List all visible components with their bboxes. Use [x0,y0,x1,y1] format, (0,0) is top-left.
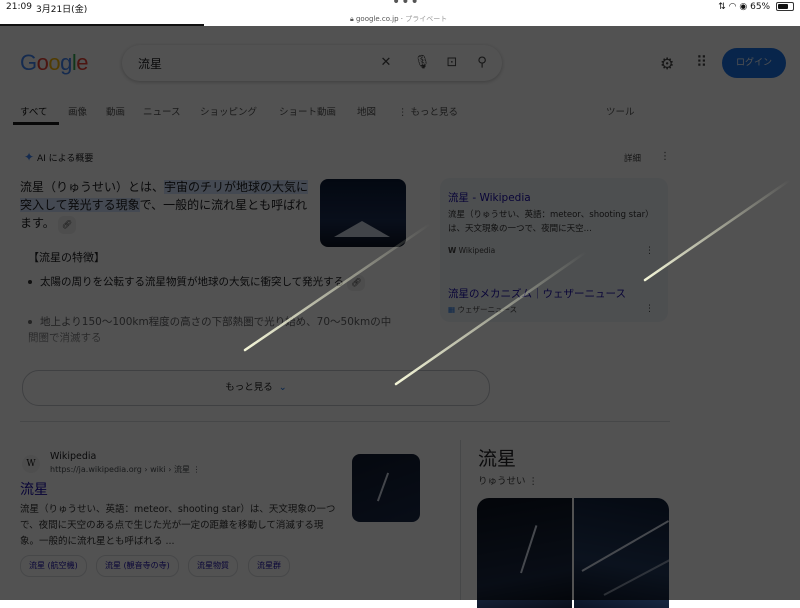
lock-icon: 🔒︎ [350,15,354,23]
feature-bullet-text: 太陽の周りを公転する流星物質が地球の大気に衝突して発光する [40,276,345,288]
tab-more-label: もっと見る [410,107,459,118]
search-icon[interactable]: ⚲ [472,53,492,73]
private-label: プライベート [405,15,448,23]
source-site: ▦ ウェザーニュース [448,304,517,315]
apps-icon[interactable]: ⠿ [696,53,707,71]
ai-overview-label: AI による概要 [36,154,94,164]
location-icon: ◉ [739,2,748,12]
multitask-dots-icon[interactable]: ••• [392,0,420,10]
result-snippet: 流星（りゅうせい、英語：meteor、shooting star）は、天文現象の… [20,504,336,547]
panel-title: 流星 [478,448,517,470]
tab-shopping[interactable]: ショッピング [200,104,257,118]
ai-overview-image[interactable] [320,179,406,247]
source-link-icon[interactable]: 🔗︎ [57,216,76,234]
search-input[interactable]: 流星 [138,55,162,72]
clear-icon[interactable]: ✕ [376,53,396,73]
status-bar: 21:09 3月21日(金) ••• 🔒︎ google.co.jp · プライ… [0,0,800,26]
result-url-text: https://ja.wikipedia.org › wiki › 流星 [50,465,191,474]
show-more-label: もっと見る [225,382,273,393]
chevron-down-icon: ⌄ [278,382,287,393]
panel-image[interactable] [477,498,572,608]
address-url: google.co.jp [355,15,399,23]
panel-reading: りゅうせい [478,476,526,487]
source-options-icon[interactable]: ⋮ [645,304,654,314]
wikipedia-icon: W [448,246,457,255]
ai-detail-link[interactable]: 詳細 [624,152,641,164]
related-chip[interactable]: 流星 (観音寺の寺) [96,555,179,577]
features-heading: 【流星の特徴】 [28,251,105,264]
sparkle-icon: ✦ [24,150,35,164]
tab-news[interactable]: ニュース [143,104,181,118]
source-site: W Wikipedia [448,246,495,255]
tab-more[interactable]: ⋮ もっと見る [398,104,458,118]
ai-fade [20,330,440,360]
wikipedia-favicon: W [22,455,40,473]
signal-icon: ⇅ [718,2,726,12]
show-more-button[interactable]: もっと見る ⌄ [22,370,490,406]
wifi-icon: ◠ [728,2,737,12]
battery-icon [776,2,794,11]
source-title[interactable]: 流星 - Wikipedia [448,190,531,205]
ai-overview-text: 流星（りゅうせい）とは、宇宙のチリが地球の大気に突入して発光する現象で、一般的に… [20,178,310,234]
status-date: 3月21日(金) [36,5,88,15]
address-bar[interactable]: 🔒︎ google.co.jp · プライベート [350,14,447,24]
panel-options-icon[interactable]: ⋮ [529,476,539,487]
search-box[interactable]: 流星 ✕ 🎙︎ ⊡ ⚲ [122,45,502,81]
result-site-name[interactable]: Wikipedia [50,451,96,462]
source-site-name: ウェザーニュース [457,305,518,314]
page-load-progress [0,24,204,26]
login-button[interactable]: ログイン [722,48,786,78]
source-snippet: 流星（りゅうせい、英語：meteor、shooting star）は、天文現象の… [448,210,654,234]
battery-percent: 65% [750,2,771,12]
result-url[interactable]: https://ja.wikipedia.org › wiki › 流星 ⋮ [50,464,201,475]
related-chip[interactable]: 流星物質 [188,555,238,577]
related-chip[interactable]: 流星 (航空機) [20,555,87,577]
related-chip[interactable]: 流星群 [248,555,290,577]
panel-image[interactable] [574,498,669,608]
tab-maps[interactable]: 地図 [357,104,376,118]
more-vert-icon: ⋮ [398,107,411,118]
panel-divider [460,440,461,600]
ai-intro-pre: 流星（りゅうせい）とは、 [20,180,165,194]
weathernews-icon: ▦ [448,305,456,314]
ai-source-cards: 流星 - Wikipedia 流星（りゅうせい、英語：meteor、shooti… [440,178,668,322]
tab-videos[interactable]: 動画 [106,104,125,118]
feature-bullet: 太陽の周りを公転する流星物質が地球の大気に衝突して発光する 🔗︎ [28,274,398,291]
lens-icon[interactable]: ⊡ [442,53,462,73]
tab-images[interactable]: 画像 [68,104,87,118]
gear-icon[interactable]: ⚙ [660,54,674,73]
status-time: 21:09 [6,2,32,12]
ai-overview-header: ✦ AI による概要 [24,150,93,164]
result-title[interactable]: 流星 [20,479,48,499]
tab-short-videos[interactable]: ショート動画 [279,104,336,118]
source-link-icon[interactable]: 🔗︎ [347,275,366,291]
mic-icon[interactable]: 🎙︎ [412,53,432,73]
active-tab-indicator [13,122,59,125]
source-site-name: Wikipedia [458,246,496,255]
ai-options-icon[interactable]: ⋮ [660,151,670,162]
panel-subtitle: りゅうせい ⋮ [478,473,538,487]
status-icons: ⇅ ◠ ◉ 65% [718,2,794,12]
tab-all[interactable]: すべて [20,104,47,118]
divider [20,421,670,422]
source-options-icon[interactable]: ⋮ [645,246,654,256]
source-title[interactable]: 流星のメカニズム｜ウェザーニュース [448,286,626,301]
tools-button[interactable]: ツール [606,104,635,118]
result-options-icon[interactable]: ⋮ [193,465,201,474]
result-thumbnail[interactable] [352,454,420,522]
google-logo[interactable]: Google [20,50,89,76]
